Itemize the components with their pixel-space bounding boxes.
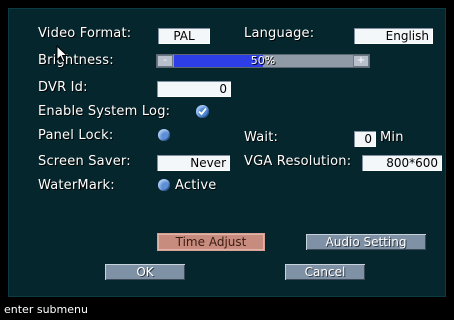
language-label: Language: xyxy=(244,26,315,41)
ok-button[interactable]: OK xyxy=(105,264,185,280)
enable-system-log-checkbox[interactable] xyxy=(196,105,209,118)
brightness-value: 50% xyxy=(250,54,276,67)
brightness-increase-button[interactable]: + xyxy=(353,55,369,67)
checkmark-icon xyxy=(198,107,207,116)
watermark-active-radio[interactable] xyxy=(158,179,170,191)
watermark-label: WaterMark: xyxy=(38,178,115,193)
dvr-id-field[interactable]: 0 xyxy=(157,81,231,97)
wait-field[interactable]: 0 xyxy=(354,131,376,147)
video-format-label: Video Format: xyxy=(38,26,132,41)
vga-resolution-field[interactable]: 800*600 xyxy=(362,155,442,171)
dvr-id-label: DVR Id: xyxy=(38,80,88,95)
audio-setting-button[interactable]: Audio Setting xyxy=(306,234,426,250)
brightness-decrease-button[interactable]: - xyxy=(157,55,173,67)
dvr-settings-screen: Video Format: PAL Language: English Brig… xyxy=(0,0,454,320)
brightness-label: Brightness: xyxy=(38,53,114,68)
time-adjust-button[interactable]: Time Adjust xyxy=(158,234,264,250)
watermark-active-label: Active xyxy=(175,178,217,193)
vga-resolution-label: VGA Resolution: xyxy=(244,154,352,169)
settings-panel xyxy=(8,8,446,297)
screen-saver-field[interactable]: Never xyxy=(157,155,230,171)
brightness-slider[interactable]: 50% - + xyxy=(156,54,370,68)
screen-saver-label: Screen Saver: xyxy=(38,154,131,169)
video-format-field[interactable]: PAL xyxy=(158,28,210,44)
enable-system-log-label: Enable System Log: xyxy=(38,104,171,119)
panel-lock-radio[interactable] xyxy=(158,129,170,141)
panel-lock-label: Panel Lock: xyxy=(38,128,114,143)
wait-unit: Min xyxy=(380,130,404,145)
wait-label: Wait: xyxy=(244,130,279,145)
status-text: enter submenu xyxy=(4,303,88,316)
language-field[interactable]: English xyxy=(354,28,433,44)
mouse-pointer-icon xyxy=(56,45,68,63)
cancel-button[interactable]: Cancel xyxy=(285,264,365,280)
